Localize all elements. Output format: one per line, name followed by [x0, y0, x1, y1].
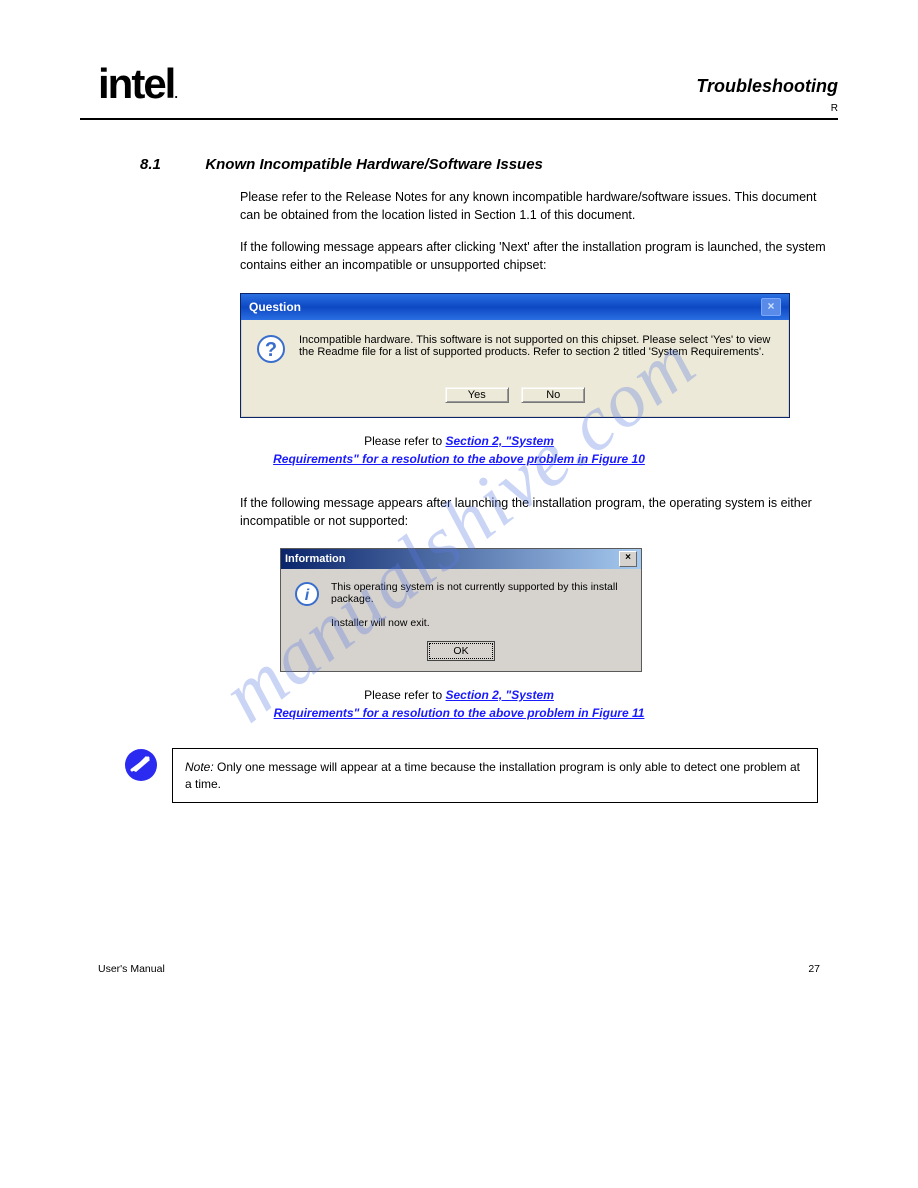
no-button[interactable]: No: [521, 387, 585, 403]
note-text: Only one message will appear at a time b…: [185, 760, 800, 791]
info-icon: i: [293, 581, 321, 629]
section-number: 8.1: [140, 156, 161, 173]
question-dialog: Question × ? Incompatible hardware. This…: [240, 293, 790, 418]
ok-button[interactable]: OK: [429, 643, 493, 659]
figure2-link1[interactable]: Section 2, "System: [445, 688, 553, 702]
information-dialog: Information × i This operating system is…: [280, 548, 642, 672]
close-icon[interactable]: ×: [619, 551, 637, 567]
svg-text:i: i: [305, 587, 310, 604]
close-icon[interactable]: ×: [761, 298, 781, 316]
page-title: Troubleshooting: [80, 76, 838, 97]
page-footer: User's Manual 27: [80, 963, 838, 975]
paragraph-1: Please refer to the Release Notes for an…: [240, 188, 828, 224]
header-rmark: R: [80, 103, 838, 114]
yes-button[interactable]: Yes: [445, 387, 509, 403]
note-label: Note:: [185, 760, 214, 774]
figure1-link2[interactable]: Requirements" for a resolution to the ab…: [273, 452, 645, 466]
question-icon: ?: [255, 334, 287, 369]
header-rule: [80, 118, 838, 120]
footer-left: User's Manual: [98, 963, 165, 975]
figure2-caption: Please refer to Section 2, "System: [80, 688, 838, 702]
dialog2-line2: Installer will now exit.: [331, 617, 430, 629]
svg-text:?: ?: [265, 339, 277, 361]
footer-right: 27: [808, 963, 820, 975]
note-icon: [124, 748, 158, 782]
figure1-link1[interactable]: Section 2, "System: [445, 434, 553, 448]
dialog2-line1: This operating system is not currently s…: [331, 581, 618, 605]
section-title: Known Incompatible Hardware/Software Iss…: [205, 156, 543, 173]
dialog2-title-text: Information: [285, 553, 346, 565]
figure1-caption: Please refer to Section 2, "System: [80, 434, 838, 448]
paragraph-2: If the following message appears after c…: [240, 238, 828, 274]
figure2-link2[interactable]: Requirements" for a resolution to the ab…: [274, 706, 645, 720]
dialog2-titlebar: Information ×: [281, 549, 641, 569]
dialog1-title-text: Question: [249, 300, 301, 314]
note-box: Note: Only one message will appear at a …: [172, 748, 818, 804]
dialog1-titlebar: Question ×: [241, 294, 789, 320]
paragraph-3: If the following message appears after l…: [240, 494, 828, 530]
dialog1-message: Incompatible hardware. This software is …: [299, 334, 775, 369]
